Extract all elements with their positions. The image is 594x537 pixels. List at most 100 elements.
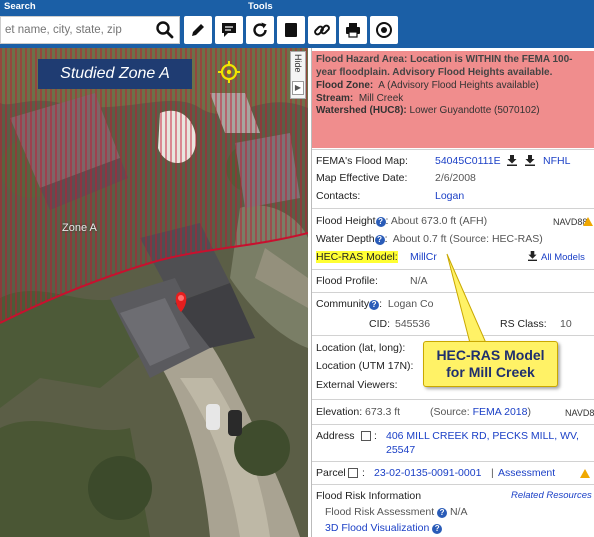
aerial-imagery: [0, 48, 308, 537]
pencil-icon: [192, 24, 204, 36]
effective-date-label: Map Effective Date:: [316, 172, 408, 184]
community-value: Logan Co: [387, 298, 434, 310]
arrow-right-icon: ▶: [292, 81, 304, 95]
flood-profile-section: Flood Profile: N/A: [312, 269, 594, 291]
nfhl-link[interactable]: NFHL: [543, 155, 570, 167]
parcel-section: Parcel : 23-02-0135-0091-0001 | Assessme…: [312, 461, 594, 483]
contacts-link[interactable]: Logan: [435, 190, 464, 202]
elevation-value: 673.3 ft: [365, 406, 401, 418]
fema-map-label: FEMA's Flood Map:: [316, 155, 408, 167]
flood-profile-label: Flood Profile:: [316, 275, 378, 287]
elevation-source-link[interactable]: FEMA 2018: [473, 406, 528, 418]
elevation-label: Elevation:: [316, 406, 363, 418]
latlong-label: Location (lat, long):: [316, 342, 406, 354]
download-icon: [528, 251, 537, 261]
parcel-separator: |: [491, 467, 494, 479]
locate-button[interactable]: [370, 16, 398, 44]
map-title: Studied Zone A: [38, 59, 192, 89]
search-label: Search: [4, 1, 36, 12]
info-icon[interactable]: ?: [374, 235, 385, 245]
hazard-text: Flood Hazard Area: Location is WITHIN th…: [316, 54, 573, 78]
flood-zone-value: A (Advisory Flood Heights available): [378, 80, 539, 92]
flood-profile-value: N/A: [410, 275, 428, 287]
top-toolbar: Search Tools: [0, 0, 594, 48]
download-icon[interactable]: [525, 155, 535, 166]
refresh-button[interactable]: [246, 16, 274, 44]
hide-panel-toggle[interactable]: Hide ▶: [290, 51, 306, 99]
flood-height-section: Flood Height?: About 673.0 ft (AFH) NAVD…: [312, 208, 594, 268]
flood-visualization-link[interactable]: 3D Flood Visualization: [325, 522, 429, 534]
warning-icon: [583, 217, 593, 226]
callout-line2: for Mill Creek: [446, 364, 535, 380]
bookmark-button[interactable]: [277, 16, 305, 44]
search-box: [0, 16, 180, 44]
search-icon: [156, 21, 174, 39]
crs-class-value: 10: [560, 318, 572, 330]
fema-section: FEMA's Flood Map: 54045C0111E NFHL Map E…: [312, 149, 594, 207]
elevation-section: Elevation: 673.3 ft (Source: FEMA 2018) …: [312, 399, 594, 423]
external-viewers-label: External Viewers:: [316, 379, 398, 391]
link-button[interactable]: [308, 16, 336, 44]
elevation-datum: NAVD88: [565, 408, 594, 418]
info-panel: Flood Hazard Area: Location is WITHIN th…: [311, 48, 594, 537]
utm-label: Location (UTM 17N):: [316, 360, 414, 372]
effective-date-value: 2/6/2008: [435, 172, 476, 184]
address-line1[interactable]: 406 MILL CREEK RD, PECKS MILL, WV,: [386, 430, 579, 442]
callout-box: HEC-RAS Model for Mill Creek: [423, 341, 558, 387]
map-view[interactable]: Studied Zone A Zone A Hide ▶: [0, 48, 308, 537]
flood-risk-assessment-label: Flood Risk Assessment: [325, 506, 435, 518]
link-icon: [314, 24, 330, 36]
elevation-source-close: ): [527, 406, 531, 418]
address-section: Address : 406 MILL CREEK RD, PECKS MILL,…: [312, 424, 594, 460]
cid-value: 545536: [395, 318, 431, 330]
water-depth-label: Water Depth: [316, 233, 375, 245]
hide-label: Hide: [293, 54, 303, 73]
watershed-value: Lower Guyandotte (5070102): [409, 105, 540, 117]
flood-risk-assessment-value: N/A: [449, 506, 468, 518]
info-icon[interactable]: ?: [437, 508, 448, 518]
search-input[interactable]: [1, 17, 153, 43]
info-icon[interactable]: ?: [432, 524, 443, 534]
tools-label: Tools: [248, 1, 273, 12]
community-label: Community: [316, 298, 370, 310]
community-section: Community?: Logan Co CID: 545536 RS Clas…: [312, 292, 594, 334]
parcel-checkbox[interactable]: [348, 468, 358, 478]
address-checkbox[interactable]: [361, 431, 371, 441]
refresh-icon: [253, 22, 267, 37]
elevation-source-label: (Source:: [430, 406, 470, 418]
print-icon: [346, 23, 360, 38]
warning-icon: [580, 469, 590, 478]
print-button[interactable]: [339, 16, 367, 44]
flood-risk-section: Flood Risk Information Related Resources…: [312, 484, 594, 537]
crs-class-label: RS Class:: [500, 318, 547, 330]
callout-line1: HEC-RAS Model: [436, 347, 545, 363]
comment-icon: [222, 23, 236, 37]
parcel-label: Parcel: [316, 467, 346, 479]
address-label: Address: [316, 430, 355, 442]
flood-height-label: Flood Height: [316, 215, 376, 227]
info-icon[interactable]: ?: [369, 300, 380, 310]
hazard-box: Flood Hazard Area: Location is WITHIN th…: [312, 51, 594, 148]
water-depth-value: About 0.7 ft (Source: HEC-RAS): [392, 233, 543, 245]
parcel-link[interactable]: 23-02-0135-0091-0001: [374, 467, 481, 479]
stream-label: Stream:: [316, 92, 354, 104]
address-line2[interactable]: 25547: [386, 444, 415, 456]
related-resources-link[interactable]: Related Resources: [511, 490, 592, 501]
info-icon[interactable]: ?: [375, 217, 386, 227]
bookmark-icon: [285, 23, 297, 37]
fema-map-link[interactable]: 54045C0111E: [435, 155, 501, 167]
flood-height-value: About 673.0 ft (AFH): [390, 215, 488, 227]
all-models-link[interactable]: All Models: [541, 252, 585, 263]
draw-button[interactable]: [184, 16, 212, 44]
hec-ras-model-label: HEC-RAS Model:: [316, 251, 398, 263]
download-icon[interactable]: [507, 155, 517, 166]
search-button[interactable]: [155, 20, 175, 40]
target-icon: [376, 22, 392, 38]
assessment-link[interactable]: Assessment: [498, 467, 555, 479]
comment-button[interactable]: [215, 16, 243, 44]
hec-ras-model-link[interactable]: MillCr: [410, 251, 437, 263]
zone-label: Zone A: [62, 222, 97, 234]
contacts-label: Contacts:: [316, 190, 361, 202]
flood-risk-title: Flood Risk Information: [316, 490, 422, 502]
watershed-label: Watershed (HUC8):: [316, 105, 407, 117]
